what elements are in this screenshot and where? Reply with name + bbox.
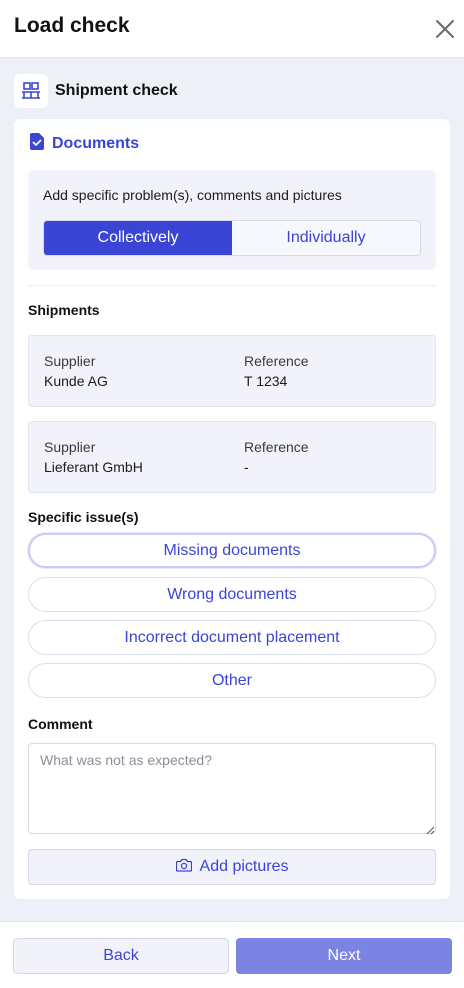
supplier-value: Lieferant GmbH: [44, 459, 143, 475]
documents-header: Documents: [30, 133, 139, 155]
shipment-row: Supplier Lieferant GmbH Reference -: [28, 421, 436, 493]
documents-title: Documents: [52, 135, 140, 152]
mode-toggle: Collectively Individually: [43, 220, 421, 256]
issue-other[interactable]: Other: [28, 663, 436, 698]
resize-handle-icon[interactable]: [425, 822, 435, 835]
shipment-row: Supplier Kunde AG Reference T 1234: [28, 335, 436, 407]
mode-box: Add specific problem(s), comments and pi…: [28, 170, 436, 270]
supplier-value: Kunde AG: [44, 373, 108, 389]
mode-individually-button[interactable]: Individually: [232, 221, 420, 255]
close-icon[interactable]: [432, 16, 458, 42]
document-check-icon: [30, 133, 44, 155]
pallet-icon: [14, 74, 48, 108]
camera-icon: [175, 858, 192, 877]
documents-card: Documents Add specific problem(s), comme…: [14, 119, 450, 899]
back-button[interactable]: Back: [13, 938, 229, 974]
comment-label: Comment: [28, 716, 93, 732]
reference-label: Reference: [244, 353, 309, 369]
issues-label: Specific issue(s): [28, 509, 139, 525]
footer: Back Next: [0, 921, 464, 988]
supplier-label: Supplier: [44, 439, 96, 455]
issue-incorrect-placement[interactable]: Incorrect document placement: [28, 620, 436, 655]
reference-value: -: [244, 459, 249, 475]
reference-value: T 1234: [244, 373, 288, 389]
mode-hint: Add specific problem(s), comments and pi…: [43, 187, 342, 203]
supplier-label: Supplier: [44, 353, 96, 369]
shipments-label: Shipments: [28, 302, 100, 318]
page-title: Load check: [14, 14, 130, 37]
add-pictures-button[interactable]: Add pictures: [28, 849, 436, 885]
next-button[interactable]: Next: [236, 938, 452, 974]
issue-wrong-documents[interactable]: Wrong documents: [28, 577, 436, 612]
mode-collectively-button[interactable]: Collectively: [44, 221, 232, 255]
header: Load check: [0, 0, 464, 58]
section-title: Shipment check: [55, 82, 178, 99]
add-pictures-label: Add pictures: [199, 858, 289, 875]
section-header: Shipment check: [14, 74, 450, 108]
reference-label: Reference: [244, 439, 309, 455]
comment-field[interactable]: [28, 743, 436, 834]
issue-missing-documents[interactable]: Missing documents: [28, 533, 436, 568]
divider: [28, 285, 436, 286]
